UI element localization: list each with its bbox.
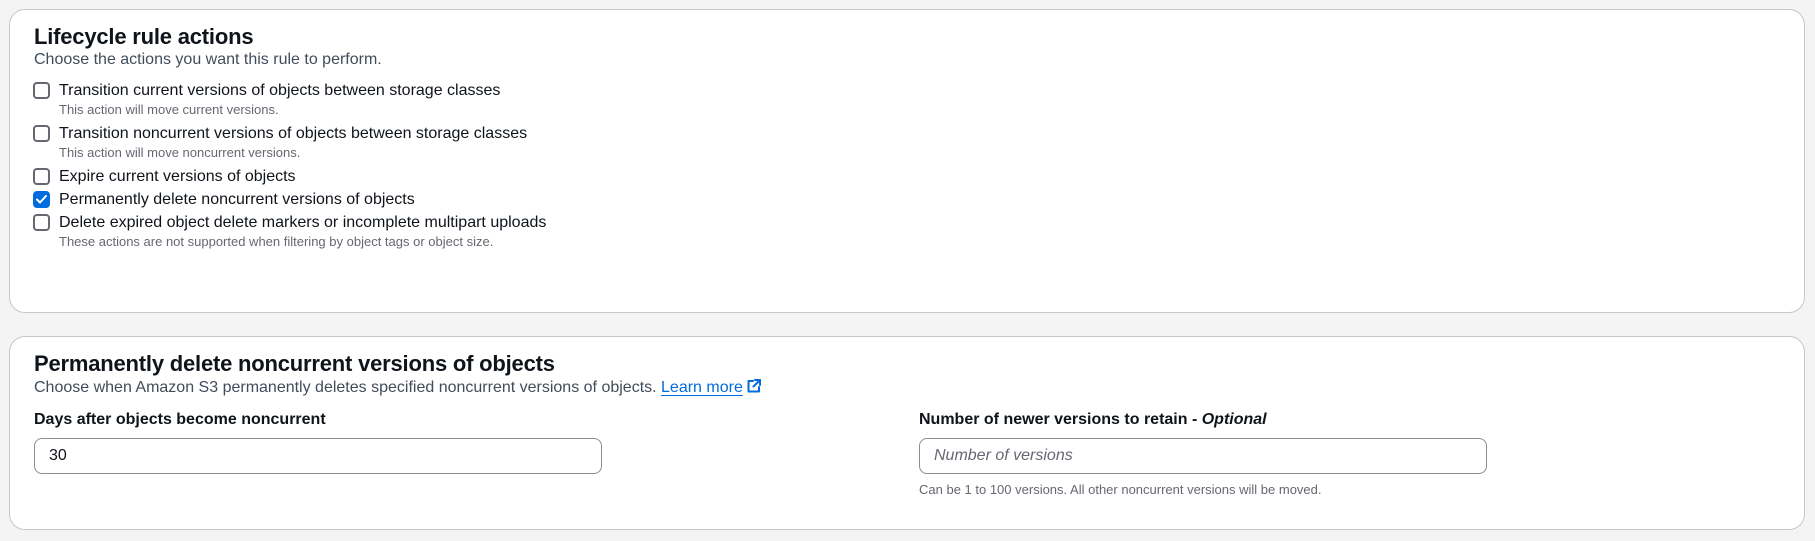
checkbox[interactable] (33, 168, 50, 185)
learn-more-link[interactable]: Learn more (661, 379, 743, 396)
lifecycle-rule-actions-card: Lifecycle rule actions Choose the action… (9, 9, 1805, 313)
option-label: Transition current versions of objects b… (59, 82, 501, 99)
versions-field-label: Number of newer versions to retain - Opt… (919, 411, 1267, 429)
days-field-label: Days after objects become noncurrent (34, 411, 326, 428)
checkbox[interactable] (33, 214, 50, 231)
option-permanently-delete-noncurrent[interactable]: Permanently delete noncurrent versions o… (33, 190, 415, 210)
option-transition-current[interactable]: Transition current versions of objects b… (33, 81, 500, 119)
newer-versions-input[interactable] (919, 438, 1487, 474)
option-expire-current[interactable]: Expire current versions of objects (33, 167, 296, 187)
checkbox[interactable] (33, 125, 50, 142)
option-transition-noncurrent[interactable]: Transition noncurrent versions of object… (33, 124, 527, 162)
learn-more-label: Learn more (661, 379, 743, 396)
option-label: Delete expired object delete markers or … (59, 214, 547, 231)
checkbox-checked[interactable] (33, 191, 50, 208)
option-label: Expire current versions of objects (59, 168, 296, 185)
card-title: Permanently delete noncurrent versions o… (34, 351, 555, 376)
page: Lifecycle rule actions Choose the action… (0, 0, 1815, 541)
option-hint: This action will move noncurrent version… (59, 145, 301, 160)
optional-tag: Optional (1201, 411, 1267, 428)
versions-field-hint: Can be 1 to 100 versions. All other nonc… (919, 482, 1322, 497)
option-hint: This action will move current versions. (59, 102, 279, 117)
checkbox[interactable] (33, 82, 50, 99)
card-description: Choose when Amazon S3 permanently delete… (34, 378, 762, 397)
check-icon (36, 195, 47, 204)
option-hint: These actions are not supported when fil… (59, 234, 494, 249)
card-description: Choose the actions you want this rule to… (34, 51, 382, 68)
days-after-noncurrent-input[interactable] (34, 438, 602, 474)
external-link-icon[interactable] (746, 378, 762, 394)
option-delete-expired-markers[interactable]: Delete expired object delete markers or … (33, 213, 546, 251)
option-label: Transition noncurrent versions of object… (59, 125, 528, 142)
versions-field-label-text: Number of newer versions to retain - (919, 411, 1202, 428)
card-description-text: Choose when Amazon S3 permanently delete… (34, 379, 657, 396)
option-label: Permanently delete noncurrent versions o… (59, 191, 415, 208)
permanently-delete-noncurrent-card: Permanently delete noncurrent versions o… (9, 336, 1805, 530)
card-title: Lifecycle rule actions (34, 24, 254, 49)
